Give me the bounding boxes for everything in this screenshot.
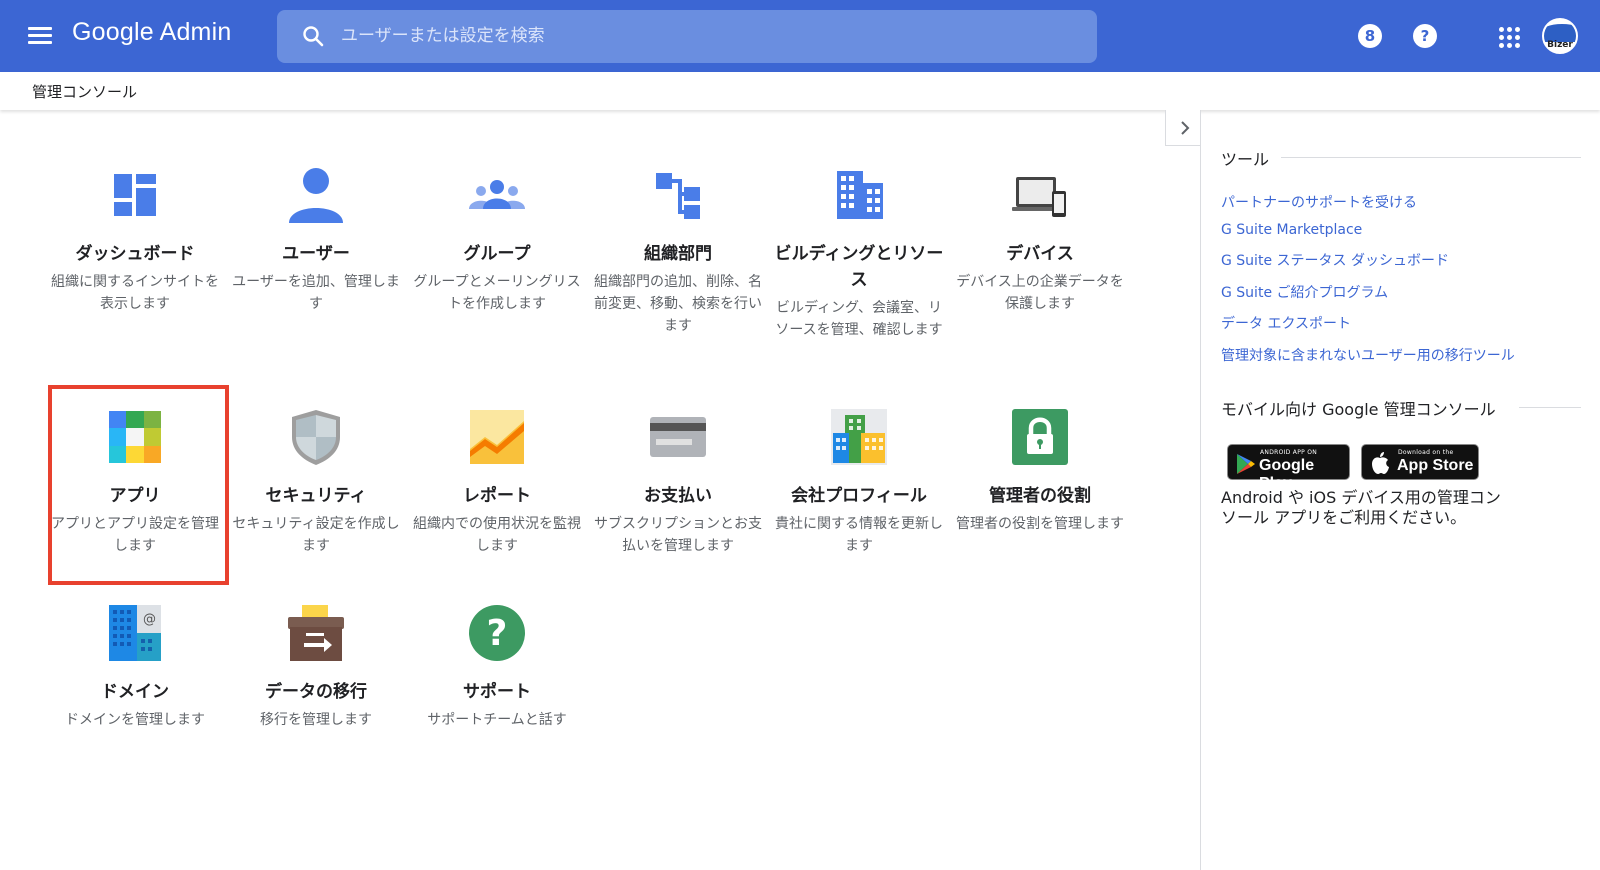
notifications-icon[interactable]: 8 — [1358, 24, 1382, 48]
link-migration-tool[interactable]: 管理対象に含まれないユーザー用の移行ツール — [1221, 345, 1515, 365]
card-description: 移行を管理します — [260, 712, 372, 728]
card-company-profile[interactable]: 会社プロフィール 貴社に関する情報を更新します — [769, 407, 949, 557]
card-description: 組織内での使用状況を監視します — [413, 516, 581, 554]
card-title: ダッシュボード — [75, 244, 195, 264]
card-security[interactable]: セキュリティ セキュリティ設定を作成します — [226, 407, 406, 557]
card-support[interactable]: ? サポート サポートチームと話す — [407, 603, 587, 731]
google-play-badge[interactable]: ANDROID APP ON Google Play — [1227, 444, 1350, 492]
search-bar[interactable] — [277, 10, 1097, 63]
building-icon — [829, 165, 889, 225]
card-title: レポート — [463, 486, 531, 506]
search-input[interactable] — [341, 18, 1081, 54]
card-description: サポートチームと話す — [427, 712, 567, 728]
card-description: グループとメーリングリストを作成します — [413, 274, 581, 312]
card-description: セキュリティ設定を作成します — [232, 516, 400, 554]
data-migration-icon — [286, 603, 346, 663]
tools-title: ツール — [1221, 150, 1270, 169]
card-devices[interactable]: デバイス デバイス上の企業データを保護します — [950, 165, 1130, 315]
card-description: 管理者の役割を管理します — [956, 516, 1124, 532]
mobile-title: モバイル向け Google 管理コンソール — [1221, 400, 1496, 419]
reports-chart-icon — [467, 407, 527, 467]
security-shield-icon — [286, 407, 346, 467]
breadcrumb-bar: 管理コンソール — [0, 72, 1600, 110]
group-icon — [467, 165, 527, 225]
svg-text:@: @ — [143, 612, 156, 627]
support-icon: ? — [467, 603, 527, 663]
card-description: ドメインを管理します — [65, 712, 205, 728]
card-title: セキュリティ — [265, 486, 367, 506]
chevron-right-icon — [1181, 121, 1190, 135]
side-panel-toggle[interactable] — [1165, 110, 1201, 146]
card-description: 貴社に関する情報を更新します — [775, 516, 943, 554]
card-domains[interactable]: @ ドメイン ドメインを管理します — [45, 603, 225, 731]
account-avatar[interactable]: Bizer — [1542, 18, 1578, 54]
card-description: 組織部門の追加、削除、名前変更、移動、検索を行います — [594, 274, 762, 334]
card-groups[interactable]: グループ グループとメーリングリストを作成します — [407, 165, 587, 315]
dashboard-icon — [105, 165, 165, 225]
card-description: 組織に関するインサイトを表示します — [51, 274, 219, 312]
google-play-icon — [1237, 454, 1255, 474]
help-icon[interactable]: ? — [1413, 24, 1437, 48]
card-reports[interactable]: レポート 組織内での使用状況を監視します — [407, 407, 587, 557]
link-referral-program[interactable]: G Suite ご紹介プログラム — [1221, 282, 1388, 302]
main-menu-icon[interactable] — [28, 24, 52, 48]
link-partner-support[interactable]: パートナーのサポートを受ける — [1221, 192, 1417, 212]
card-admin-roles[interactable]: 管理者の役割 管理者の役割を管理します — [950, 407, 1130, 535]
card-description: デバイス上の企業データを保護します — [956, 274, 1124, 312]
admin-roles-lock-icon — [1010, 407, 1070, 467]
card-description: サブスクリプションとお支払いを管理します — [594, 516, 762, 554]
avatar-label: Bizer — [1547, 40, 1573, 50]
mobile-description: Android や iOS デバイス用の管理コンソール アプリをご利用ください。 — [1221, 488, 1501, 527]
card-description: ビルディング、会議室、リソースを管理、確認します — [775, 300, 943, 338]
link-data-export[interactable]: データ エクスポート — [1221, 313, 1351, 333]
app-launcher-icon[interactable] — [1496, 24, 1520, 48]
user-icon — [286, 165, 346, 225]
card-org-units[interactable]: 組織部門 組織部門の追加、削除、名前変更、移動、検索を行います — [588, 165, 768, 337]
card-buildings-resources[interactable]: ビルディングとリソース ビルディング、会議室、リソースを管理、確認します — [769, 165, 949, 341]
top-bar: Google Admin 8 ? Bizer — [0, 0, 1600, 72]
domains-icon: @ — [105, 603, 165, 663]
apps-card-highlight — [48, 385, 229, 585]
card-title: 管理者の役割 — [989, 486, 1091, 506]
search-icon — [303, 26, 324, 47]
link-status-dashboard[interactable]: G Suite ステータス ダッシュボード — [1221, 250, 1449, 270]
card-dashboard[interactable]: ダッシュボード 組織に関するインサイトを表示します — [45, 165, 225, 315]
app-store-badge[interactable]: Download on the App Store — [1361, 444, 1479, 480]
svg-text:?: ? — [487, 613, 508, 654]
org-unit-icon — [648, 165, 708, 225]
side-panel: ツール パートナーのサポートを受ける G Suite Marketplace G… — [1200, 110, 1600, 870]
card-description: ユーザーを追加、管理します — [232, 274, 400, 312]
breadcrumb: 管理コンソール — [32, 83, 138, 101]
card-users[interactable]: ユーザー ユーザーを追加、管理します — [226, 165, 406, 315]
apple-icon — [1372, 452, 1389, 474]
card-title: 組織部門 — [644, 244, 712, 264]
card-data-migration[interactable]: データの移行 移行を管理します — [226, 603, 406, 731]
card-title: ドメイン — [101, 682, 169, 702]
card-title: ユーザー — [282, 244, 350, 264]
devices-icon — [1010, 165, 1070, 225]
divider — [1519, 407, 1581, 408]
app-logo[interactable]: Google Admin — [72, 18, 231, 47]
app-store-small-text: Download on the — [1398, 449, 1454, 456]
card-title: ビルディングとリソース — [774, 244, 944, 290]
card-title: サポート — [463, 682, 531, 702]
card-title: デバイス — [1006, 244, 1074, 264]
card-billing[interactable]: お支払い サブスクリプションとお支払いを管理します — [588, 407, 768, 557]
google-play-small-text: ANDROID APP ON — [1260, 449, 1318, 456]
divider — [1281, 157, 1581, 158]
card-title: お支払い — [644, 486, 712, 506]
company-profile-icon — [829, 407, 889, 467]
card-title: データの移行 — [265, 682, 367, 702]
billing-card-icon — [648, 407, 708, 467]
card-title: グループ — [463, 244, 531, 264]
card-title: 会社プロフィール — [791, 486, 927, 506]
link-gsuite-marketplace[interactable]: G Suite Marketplace — [1221, 222, 1362, 238]
app-store-text: App Store — [1397, 457, 1474, 474]
